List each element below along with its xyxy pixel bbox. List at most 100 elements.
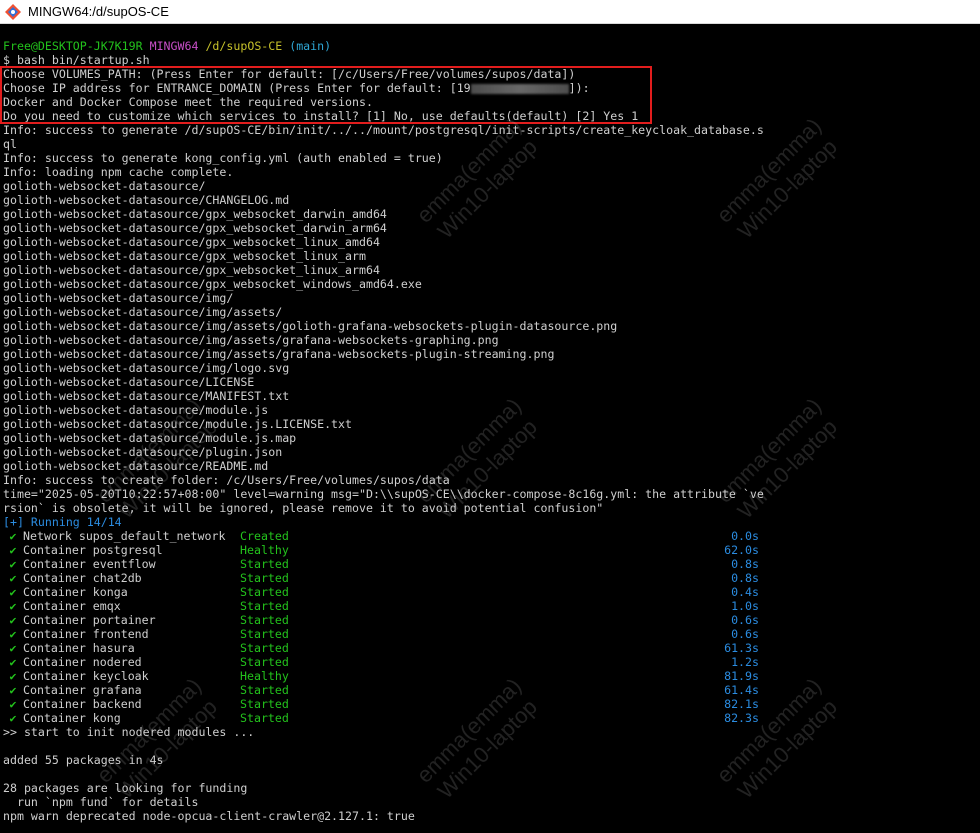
npm-line [3, 739, 978, 753]
log-line: golioth-websocket-datasource/img/assets/… [3, 347, 555, 361]
service-time: 1.2s [731, 655, 759, 669]
check-icon: ✔ [9, 697, 17, 711]
service-time: 0.8s [731, 571, 759, 585]
volumes-prompt: Choose VOLUMES_PATH: (Press Enter for de… [3, 67, 576, 81]
npm-line: added 55 packages in 4s [3, 753, 164, 767]
service-row: ✔ Container konga Started 0.4s [3, 585, 978, 599]
window-title: MINGW64:/d/supOS-CE [28, 4, 169, 19]
service-row: ✔ Container hasura Started 61.3s [3, 641, 978, 655]
check-icon: ✔ [9, 627, 17, 641]
service-status: Started [240, 557, 289, 571]
log-line: golioth-websocket-datasource/img/assets/ [3, 305, 283, 319]
terminal-content: Free@DESKTOP-JK7K19R MINGW64 /d/supOS-CE… [3, 39, 978, 823]
log-line: ql [3, 137, 17, 151]
log-line: golioth-websocket-datasource/img/assets/… [3, 319, 618, 333]
service-time: 1.0s [731, 599, 759, 613]
log-line: golioth-websocket-datasource/MANIFEST.tx… [3, 389, 290, 403]
service-status: Healthy [240, 543, 289, 557]
check-icon: ✔ [9, 599, 17, 613]
service-status: Healthy [240, 669, 289, 683]
service-row: ✔ Container postgresql Healthy 62.0s [3, 543, 978, 557]
service-name: Container eventflow [23, 557, 156, 571]
ip-prompt: Choose IP address for ENTRANCE_DOMAIN (P… [3, 81, 978, 95]
check-icon: ✔ [9, 641, 17, 655]
service-status: Started [240, 585, 289, 599]
service-status: Started [240, 627, 289, 641]
service-name: Container postgresql [23, 543, 163, 557]
service-name: Container hasura [23, 641, 135, 655]
git-bash-icon [5, 3, 21, 20]
npm-output: >> start to init nodered modules ... adde… [3, 725, 978, 823]
log-line: golioth-websocket-datasource/gpx_websock… [3, 235, 380, 249]
service-name: Container chat2db [23, 571, 142, 585]
service-name: Container keycloak [23, 669, 149, 683]
service-row: ✔ Container chat2db Started 0.8s [3, 571, 978, 585]
service-time: 62.0s [724, 543, 759, 557]
prompt-path: /d/supOS-CE [205, 39, 283, 53]
service-name: Container backend [23, 697, 142, 711]
log-line: Info: success to generate kong_config.ym… [3, 151, 443, 165]
service-status: Started [240, 655, 289, 669]
service-row: ✔ Network supos_default_network Created 0.0… [3, 529, 978, 543]
service-status: Created [240, 529, 289, 543]
service-status: Started [240, 599, 289, 613]
log-line: golioth-websocket-datasource/README.md [3, 459, 269, 473]
window-titlebar: MINGW64:/d/supOS-CE [0, 0, 980, 24]
service-row: ✔ Container kong Started 82.3s [3, 711, 978, 725]
service-status: Started [240, 697, 289, 711]
service-row: ✔ Container nodered Started 1.2s [3, 655, 978, 669]
npm-line [3, 767, 978, 781]
service-row: ✔ Container backend Started 82.1s [3, 697, 978, 711]
npm-line: run `npm fund` for details [3, 795, 199, 809]
log-line: golioth-websocket-datasource/ [3, 179, 206, 193]
check-icon: ✔ [9, 557, 17, 571]
log-line: golioth-websocket-datasource/module.js [3, 403, 269, 417]
service-status: Started [240, 571, 289, 585]
service-status-list: ✔ Network supos_default_network Created 0.0… [3, 529, 978, 725]
npm-line: npm warn deprecated node-opcua-client-cr… [3, 809, 415, 823]
log-line: golioth-websocket-datasource/module.js.m… [3, 431, 297, 445]
prompt-shell: MINGW64 [149, 39, 199, 53]
log-line: Info: loading npm cache complete. [3, 165, 234, 179]
npm-line: >> start to init nodered modules ... [3, 725, 255, 739]
log-line: golioth-websocket-datasource/img/ [3, 291, 234, 305]
log-line: golioth-websocket-datasource/CHANGELOG.m… [3, 193, 290, 207]
service-time: 0.4s [731, 585, 759, 599]
log-line: golioth-websocket-datasource/gpx_websock… [3, 249, 366, 263]
command-line: $ bash bin/startup.sh [3, 53, 150, 67]
service-row: ✔ Container emqx Started 1.0s [3, 599, 978, 613]
log-line: Info: success to generate /d/supOS-CE/bi… [3, 123, 764, 137]
service-name: Container grafana [23, 683, 142, 697]
service-name: Container portainer [23, 613, 156, 627]
prompt-branch: (main) [289, 39, 332, 53]
check-icon: ✔ [9, 683, 17, 697]
log-line: golioth-websocket-datasource/gpx_websock… [3, 263, 380, 277]
service-row: ✔ Container keycloak Healthy 81.9s [3, 669, 978, 683]
log-line: golioth-websocket-datasource/gpx_websock… [3, 207, 387, 221]
log-line: golioth-websocket-datasource/LICENSE [3, 375, 255, 389]
log-line: golioth-websocket-datasource/gpx_websock… [3, 221, 387, 235]
log-line: golioth-websocket-datasource/img/logo.sv… [3, 361, 290, 375]
service-time: 61.3s [724, 641, 759, 655]
npm-line: 28 packages are looking for funding [3, 781, 248, 795]
check-icon: ✔ [9, 543, 17, 557]
service-row: ✔ Container eventflow Started 0.8s [3, 557, 978, 571]
service-time: 0.8s [731, 557, 759, 571]
service-status: Started [240, 711, 289, 725]
prompt-user: Free@DESKTOP-JK7K19R [3, 39, 143, 53]
log-line: golioth-websocket-datasource/plugin.json [3, 445, 283, 459]
log-line: time="2025-05-20T10:22:57+08:00" level=w… [3, 487, 764, 501]
service-row: ✔ Container portainer Started 0.6s [3, 613, 978, 627]
log-line: golioth-websocket-datasource/img/assets/… [3, 333, 499, 347]
service-row: ✔ Container grafana Started 61.4s [3, 683, 978, 697]
check-icon: ✔ [9, 669, 17, 683]
service-name: Container nodered [23, 655, 142, 669]
check-icon: ✔ [9, 613, 17, 627]
service-name: Container konga [23, 585, 128, 599]
ip-prompt-prefix: Choose IP address for ENTRANCE_DOMAIN (P… [3, 81, 471, 95]
service-status: Started [240, 641, 289, 655]
log-line: Info: success to create folder: /c/Users… [3, 473, 450, 487]
terminal-area[interactable]: Free@DESKTOP-JK7K19R MINGW64 /d/supOS-CE… [0, 24, 980, 833]
service-status: Started [240, 683, 289, 697]
service-row: ✔ Container frontend Started 0.6s [3, 627, 978, 641]
